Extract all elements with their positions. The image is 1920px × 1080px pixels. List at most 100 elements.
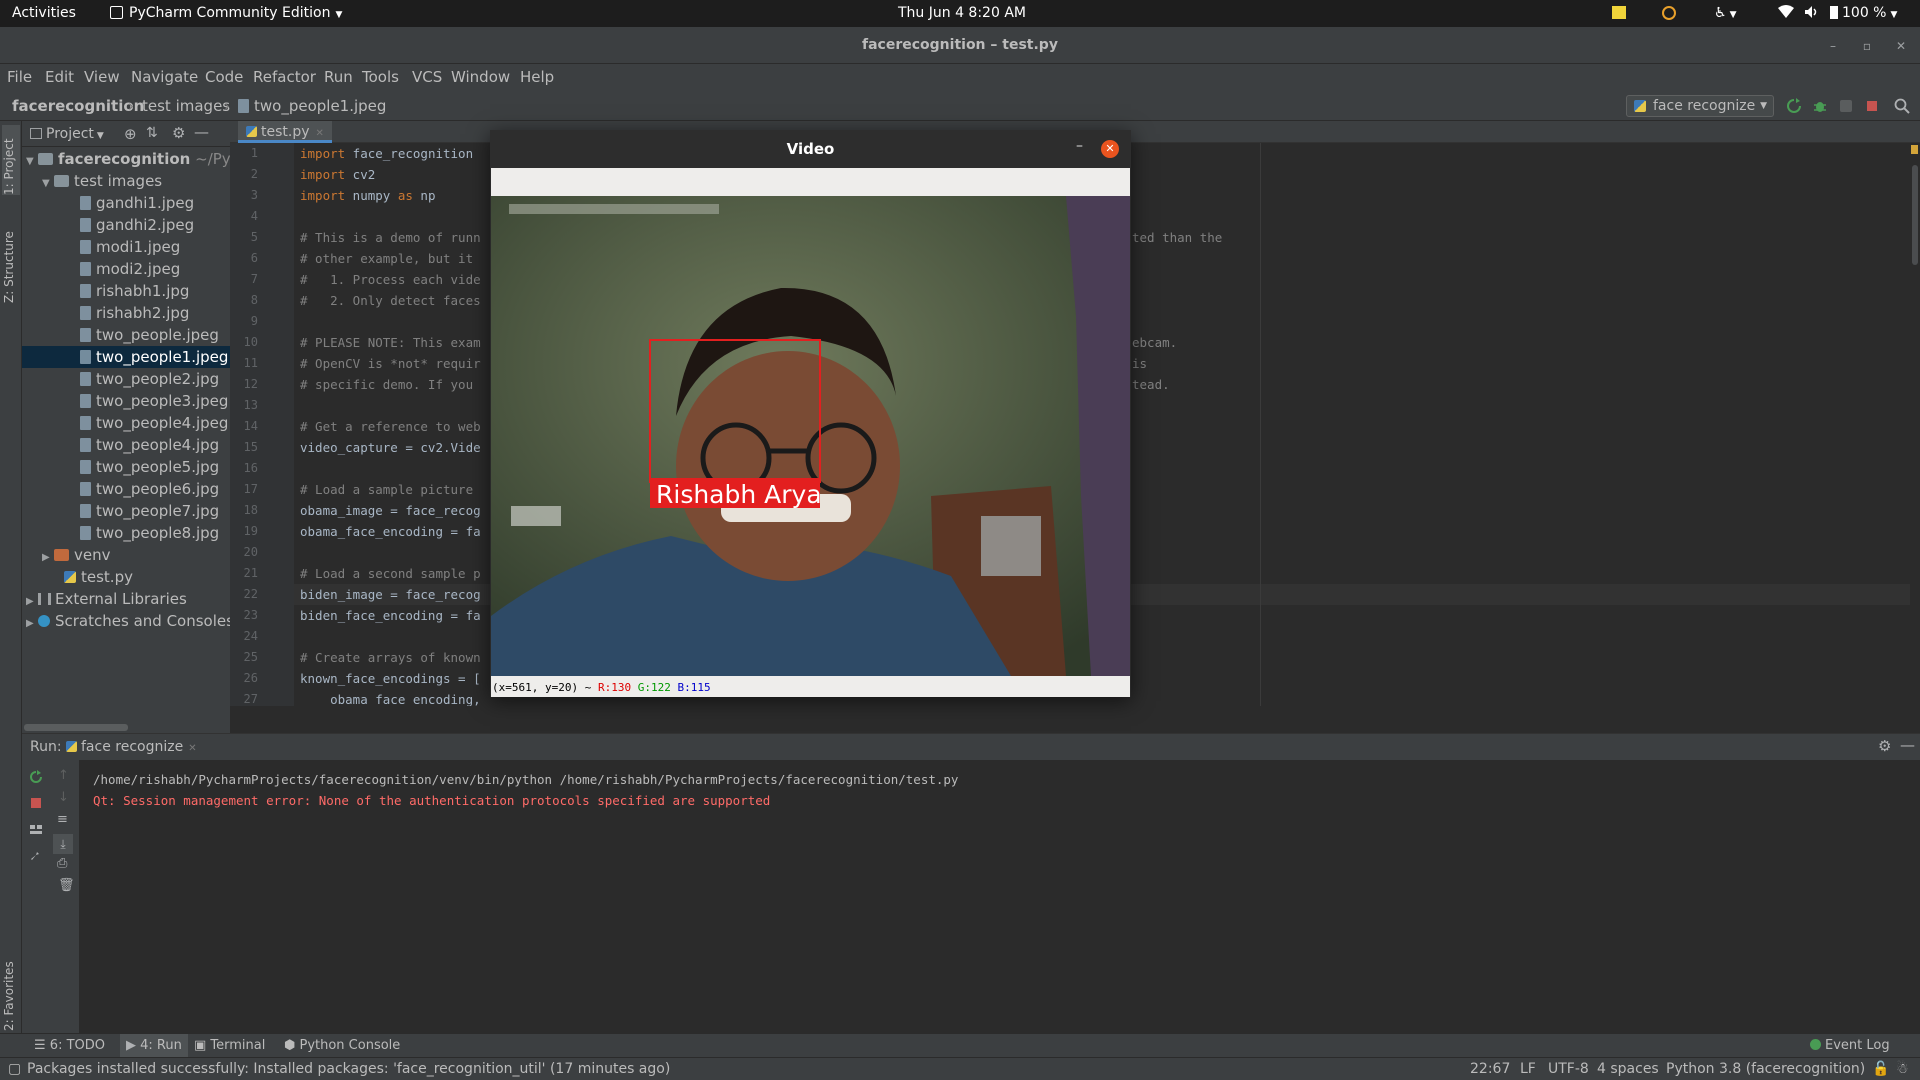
- editor-scroll-thumb[interactable]: [1912, 165, 1918, 265]
- code-line[interactable]: biden_image = face_recog: [300, 584, 481, 605]
- inspector-icon[interactable]: ☃: [1896, 1058, 1909, 1080]
- tree-scratches[interactable]: ▶ Scratches and Consoles: [22, 610, 230, 632]
- menu-refactor[interactable]: Refactor: [253, 64, 316, 91]
- gear-icon[interactable]: ⚙: [172, 124, 185, 142]
- trash-icon[interactable]: 🗑: [58, 878, 75, 893]
- accessibility-icon[interactable]: ♿ ▼: [1714, 0, 1736, 27]
- code-line[interactable]: # specific demo. If you: [300, 374, 473, 395]
- code-line[interactable]: # 1. Process each vide: [300, 269, 481, 290]
- tree-file-test-py[interactable]: test.py: [22, 566, 230, 588]
- run-tab[interactable]: face recognize ✕: [66, 734, 197, 762]
- tree-file-item[interactable]: modi1.jpeg: [22, 236, 230, 258]
- tool-tab-favorites[interactable]: 2: Favorites: [2, 941, 20, 1031]
- tree-file-item[interactable]: two_people7.jpg: [22, 500, 230, 522]
- tree-file-item[interactable]: two_people2.jpg: [22, 368, 230, 390]
- breadcrumb-project[interactable]: facerecognition: [12, 91, 144, 121]
- file-encoding[interactable]: UTF-8: [1548, 1058, 1589, 1080]
- close-tab-icon[interactable]: ✕: [188, 743, 196, 754]
- warning-stripe-marker[interactable]: [1911, 145, 1918, 154]
- tree-file-item[interactable]: gandhi2.jpeg: [22, 214, 230, 236]
- code-line[interactable]: # OpenCV is *not* requir: [300, 353, 481, 374]
- python-interpreter[interactable]: Python 3.8 (facerecognition): [1666, 1058, 1865, 1080]
- stop-icon[interactable]: [1863, 97, 1881, 115]
- close-icon[interactable]: ✕: [1891, 36, 1911, 56]
- tool-button-run[interactable]: ▶ 4: Run: [120, 1034, 188, 1058]
- code-line-fragment[interactable]: is: [1132, 353, 1147, 374]
- tool-button-python-console[interactable]: ⬢ Python Console: [284, 1034, 400, 1058]
- project-view-select[interactable]: Project ▼: [30, 121, 104, 149]
- tree-file-item[interactable]: two_people4.jpg: [22, 434, 230, 456]
- code-line-fragment[interactable]: ted than the: [1132, 227, 1222, 248]
- tree-file-item[interactable]: two_people8.jpg: [22, 522, 230, 544]
- menu-window[interactable]: Window: [451, 64, 510, 91]
- caret-position[interactable]: 22:67: [1470, 1058, 1510, 1080]
- tool-button-todo[interactable]: ☰ 6: TODO: [34, 1034, 105, 1058]
- code-line[interactable]: # This is a demo of runn: [300, 227, 481, 248]
- tree-root[interactable]: ▼facerecognition ~/Pycha: [22, 148, 230, 170]
- battery-indicator[interactable]: 100 % ▼: [1830, 0, 1897, 27]
- collapse-all-icon[interactable]: ⇅: [146, 125, 158, 141]
- line-separator[interactable]: LF: [1520, 1058, 1536, 1080]
- editor-scrollbar[interactable]: [1910, 143, 1920, 706]
- rerun-icon[interactable]: [1785, 97, 1803, 115]
- close-tab-icon[interactable]: ✕: [316, 128, 324, 139]
- menu-vcs[interactable]: VCS: [412, 64, 442, 91]
- code-line[interactable]: # Get a reference to web: [300, 416, 481, 437]
- tree-file-item[interactable]: rishabh2.jpg: [22, 302, 230, 324]
- lock-icon[interactable]: 🔓: [1872, 1058, 1889, 1080]
- breadcrumb-file[interactable]: two_people1.jpeg: [238, 91, 386, 121]
- gear-icon[interactable]: ⚙: [1878, 737, 1891, 755]
- editor-tab-test-py[interactable]: test.py ✕: [238, 121, 332, 143]
- status-message[interactable]: Packages installed successfully: Install…: [27, 1058, 670, 1080]
- menu-run[interactable]: Run: [324, 64, 353, 91]
- code-line[interactable]: # other example, but it: [300, 248, 473, 269]
- tree-file-item[interactable]: modi2.jpeg: [22, 258, 230, 280]
- tree-file-item[interactable]: rishabh1.jpg: [22, 280, 230, 302]
- code-line[interactable]: import numpy as np: [300, 185, 435, 206]
- minimize-icon[interactable]: –: [1823, 36, 1843, 56]
- wifi-icon[interactable]: [1778, 0, 1794, 27]
- up-arrow-icon[interactable]: ↑: [58, 768, 69, 783]
- indent-setting[interactable]: 4 spaces: [1597, 1058, 1659, 1080]
- code-line[interactable]: obama_image = face_recog: [300, 500, 481, 521]
- menu-file[interactable]: File: [7, 64, 32, 91]
- menu-edit[interactable]: Edit: [45, 64, 74, 91]
- rerun-icon[interactable]: [29, 770, 43, 784]
- tool-tab-project[interactable]: 1: Project: [2, 125, 20, 195]
- tree-folder-test-images[interactable]: ▼ test images: [22, 170, 230, 192]
- debug-icon[interactable]: [1811, 97, 1829, 115]
- code-line[interactable]: # 2. Only detect faces: [300, 290, 481, 311]
- tree-file-item[interactable]: two_people3.jpeg: [22, 390, 230, 412]
- tool-tab-structure[interactable]: Z: Structure: [2, 219, 20, 303]
- tree-file-item[interactable]: gandhi1.jpeg: [22, 192, 230, 214]
- code-line[interactable]: # Load a second sample p: [300, 563, 481, 584]
- menu-help[interactable]: Help: [520, 64, 554, 91]
- menu-view[interactable]: View: [84, 64, 120, 91]
- tree-external-libraries[interactable]: ▶ External Libraries: [22, 588, 230, 610]
- code-line[interactable]: video_capture = cv2.Vide: [300, 437, 481, 458]
- clock[interactable]: Thu Jun 4 8:20 AM: [898, 0, 1026, 27]
- menu-navigate[interactable]: Navigate: [131, 64, 198, 91]
- activities-button[interactable]: Activities: [12, 0, 76, 27]
- code-line[interactable]: # PLEASE NOTE: This exam: [300, 332, 481, 353]
- breadcrumb-folder[interactable]: test images: [142, 91, 230, 121]
- tree-file-item[interactable]: two_people6.jpg: [22, 478, 230, 500]
- pin-icon[interactable]: [29, 848, 43, 862]
- search-icon[interactable]: [1893, 97, 1911, 115]
- code-line[interactable]: obama_face_encoding = fa: [300, 521, 481, 542]
- code-line[interactable]: # Create arrays of known: [300, 647, 481, 668]
- run-with-coverage-icon[interactable]: [1837, 97, 1855, 115]
- maximize-icon[interactable]: ▫: [1857, 36, 1877, 56]
- code-line[interactable]: import cv2: [300, 164, 375, 185]
- restore-layout-icon[interactable]: [29, 822, 43, 836]
- tool-button-terminal[interactable]: ▣ Terminal: [194, 1034, 265, 1058]
- scroll-to-end-icon[interactable]: ⤓: [53, 834, 73, 854]
- tool-button-event-log[interactable]: Event Log: [1810, 1034, 1890, 1058]
- hide-panel-icon[interactable]: —: [194, 123, 209, 141]
- tree-file-item[interactable]: two_people1.jpeg: [22, 346, 230, 368]
- menu-tools[interactable]: Tools: [362, 64, 399, 91]
- notes-indicator-icon[interactable]: [1612, 0, 1626, 27]
- code-line[interactable]: obama_face_encoding,: [300, 689, 481, 706]
- code-line-fragment[interactable]: tead.: [1132, 374, 1170, 395]
- webcam-frame[interactable]: Rishabh Arya: [491, 196, 1130, 676]
